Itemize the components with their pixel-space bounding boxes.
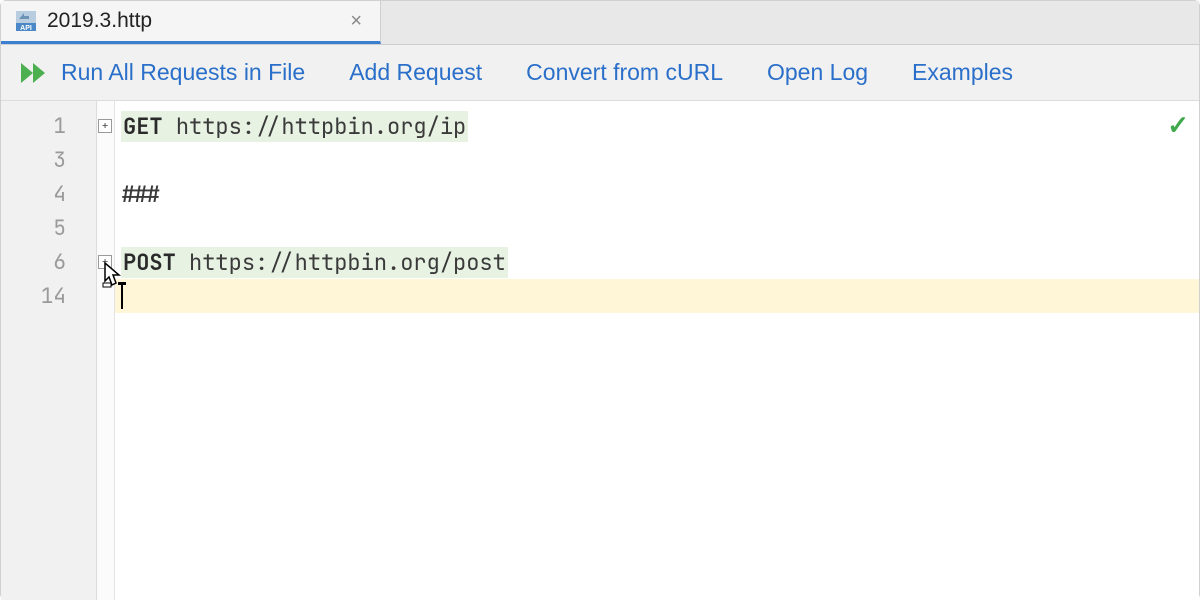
http-request-line: GET https://httpbin.org/ip <box>121 111 468 142</box>
line-number: 14 <box>1 283 96 310</box>
code-line[interactable]: ### <box>115 177 1199 211</box>
code-line[interactable]: + POST https://httpbin.org/post <box>115 245 1199 279</box>
code-line[interactable]: + GET https://httpbin.org/ip <box>115 109 1199 143</box>
http-url: https://httpbin.org/post <box>189 248 506 277</box>
fold-toggle-icon[interactable]: + <box>98 255 112 269</box>
code-line[interactable] <box>115 143 1199 177</box>
open-log-link[interactable]: Open Log <box>767 59 868 86</box>
line-number: 6 <box>1 249 96 276</box>
editor-toolbar: Run All Requests in File Add Request Con… <box>1 45 1199 101</box>
add-request-link[interactable]: Add Request <box>349 59 482 86</box>
editor-tab[interactable]: API 2019.3.http × <box>1 1 381 44</box>
close-tab-button[interactable]: × <box>346 9 366 33</box>
line-number: 1 <box>1 113 96 140</box>
convert-curl-link[interactable]: Convert from cURL <box>526 59 723 86</box>
code-line[interactable] <box>115 211 1199 245</box>
api-file-icon: API <box>15 10 37 32</box>
tab-title: 2019.3.http <box>47 9 152 33</box>
request-separator: ### <box>121 180 161 209</box>
tab-bar: API 2019.3.http × <box>1 1 1199 45</box>
examples-link[interactable]: Examples <box>912 59 1013 86</box>
line-number: 4 <box>1 181 96 208</box>
line-number-gutter: 1 3 4 5 6 14 <box>1 101 97 600</box>
http-method: GET <box>123 112 163 141</box>
http-method: POST <box>123 248 176 277</box>
http-url: https://httpbin.org/ip <box>176 112 466 141</box>
fold-column <box>97 101 115 600</box>
line-number: 5 <box>1 215 96 242</box>
svg-text:API: API <box>20 25 32 32</box>
fold-toggle-icon[interactable]: + <box>98 119 112 133</box>
run-all-link[interactable]: Run All Requests in File <box>61 59 305 86</box>
code-editor[interactable]: 1 3 4 5 6 14 + GET https://httpbin.org/i… <box>1 101 1199 600</box>
code-area[interactable]: + GET https://httpbin.org/ip ### + POST … <box>115 101 1199 600</box>
code-line[interactable] <box>115 279 1199 313</box>
run-all-group[interactable]: Run All Requests in File <box>19 59 305 86</box>
http-request-line: POST https://httpbin.org/post <box>121 247 508 278</box>
text-caret <box>121 283 123 309</box>
run-all-icon <box>19 61 49 85</box>
line-number: 3 <box>1 147 96 174</box>
inspection-ok-icon[interactable]: ✓ <box>1167 107 1189 142</box>
